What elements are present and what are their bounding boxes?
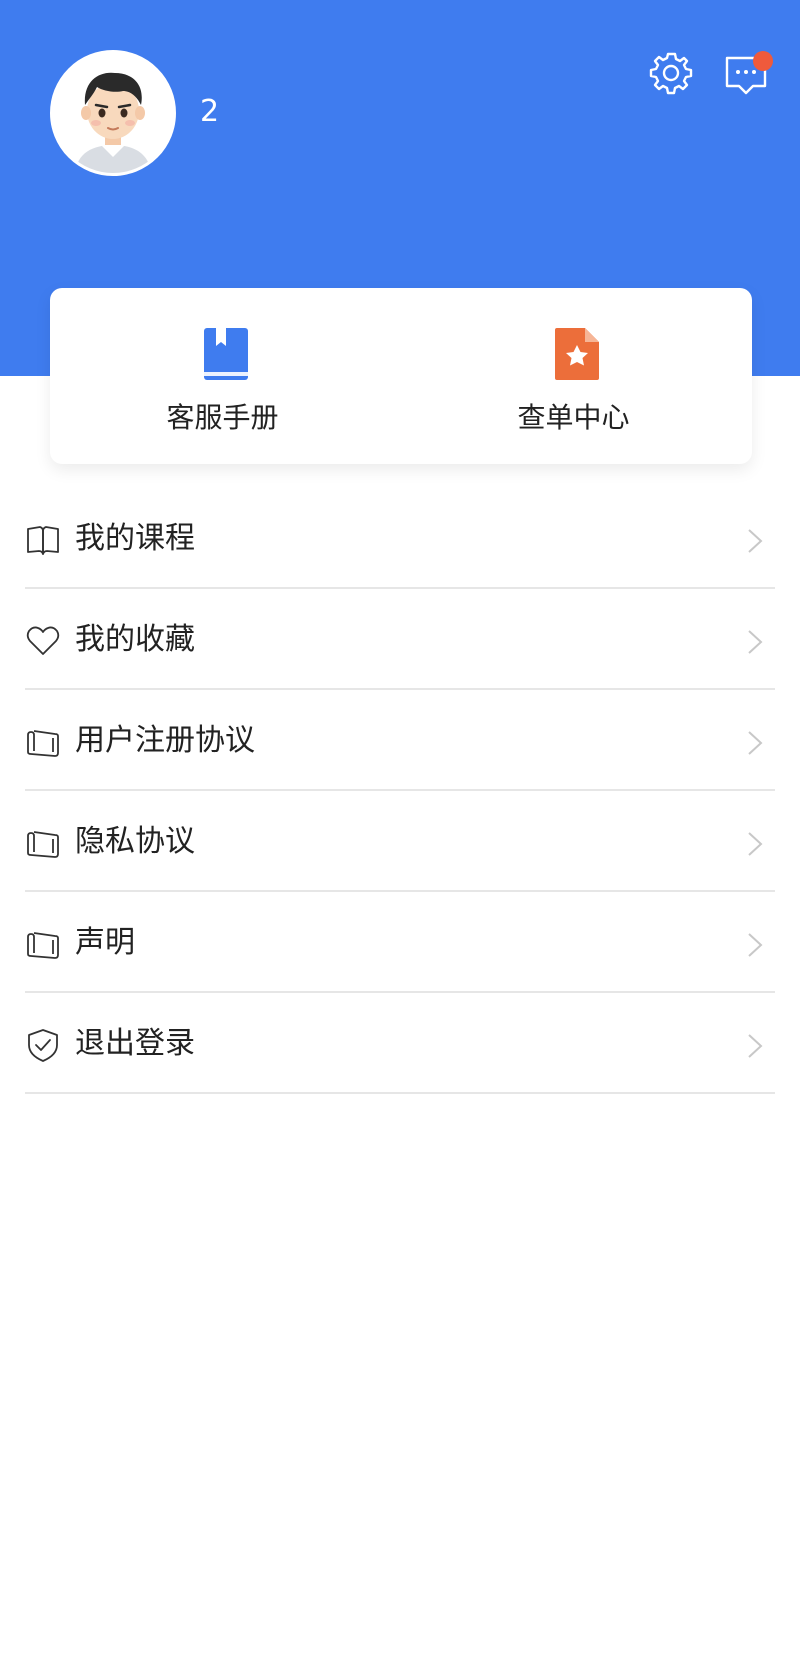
chevron-right-icon [745, 627, 765, 657]
scroll-icon [25, 825, 61, 861]
star-document-icon [551, 326, 603, 382]
avatar[interactable] [50, 50, 176, 176]
menu-item-label: 我的收藏 [75, 622, 195, 657]
scroll-icon [25, 724, 61, 760]
chevron-right-icon [745, 829, 765, 859]
quick-action-service-manual[interactable]: 客服手册 [50, 288, 401, 464]
scroll-icon [25, 926, 61, 962]
username: 2 [200, 94, 220, 129]
quick-action-order-center[interactable]: 查单中心 [401, 288, 752, 464]
menu-list: 我的课程 我的收藏 用户注册协议 隐私协议 声明 退出登录 [25, 488, 775, 1094]
open-book-icon [25, 522, 61, 558]
menu-item-my-favorites[interactable]: 我的收藏 [25, 589, 775, 690]
settings-button[interactable] [648, 50, 694, 96]
chevron-right-icon [745, 930, 765, 960]
quick-actions-card: 客服手册 查单中心 [50, 288, 752, 464]
menu-item-label: 隐私协议 [75, 824, 195, 859]
gear-icon [649, 52, 693, 95]
chevron-right-icon [745, 1031, 765, 1061]
chevron-right-icon [745, 526, 765, 556]
menu-item-privacy-policy[interactable]: 隐私协议 [25, 791, 775, 892]
menu-item-logout[interactable]: 退出登录 [25, 993, 775, 1094]
menu-item-user-agreement[interactable]: 用户注册协议 [25, 690, 775, 791]
quick-action-label: 客服手册 [166, 401, 279, 434]
user-avatar-icon [53, 53, 173, 173]
menu-item-statement[interactable]: 声明 [25, 892, 775, 993]
heart-icon [25, 623, 61, 659]
book-icon [200, 326, 252, 382]
menu-item-my-courses[interactable]: 我的课程 [25, 488, 775, 589]
notification-dot [753, 51, 773, 71]
menu-item-label: 声明 [75, 925, 135, 960]
menu-item-label: 用户注册协议 [75, 723, 255, 758]
chevron-right-icon [745, 728, 765, 758]
menu-item-label: 退出登录 [75, 1026, 195, 1061]
quick-action-label: 查单中心 [517, 401, 630, 434]
menu-item-label: 我的课程 [75, 521, 195, 556]
shield-check-icon [25, 1027, 61, 1063]
